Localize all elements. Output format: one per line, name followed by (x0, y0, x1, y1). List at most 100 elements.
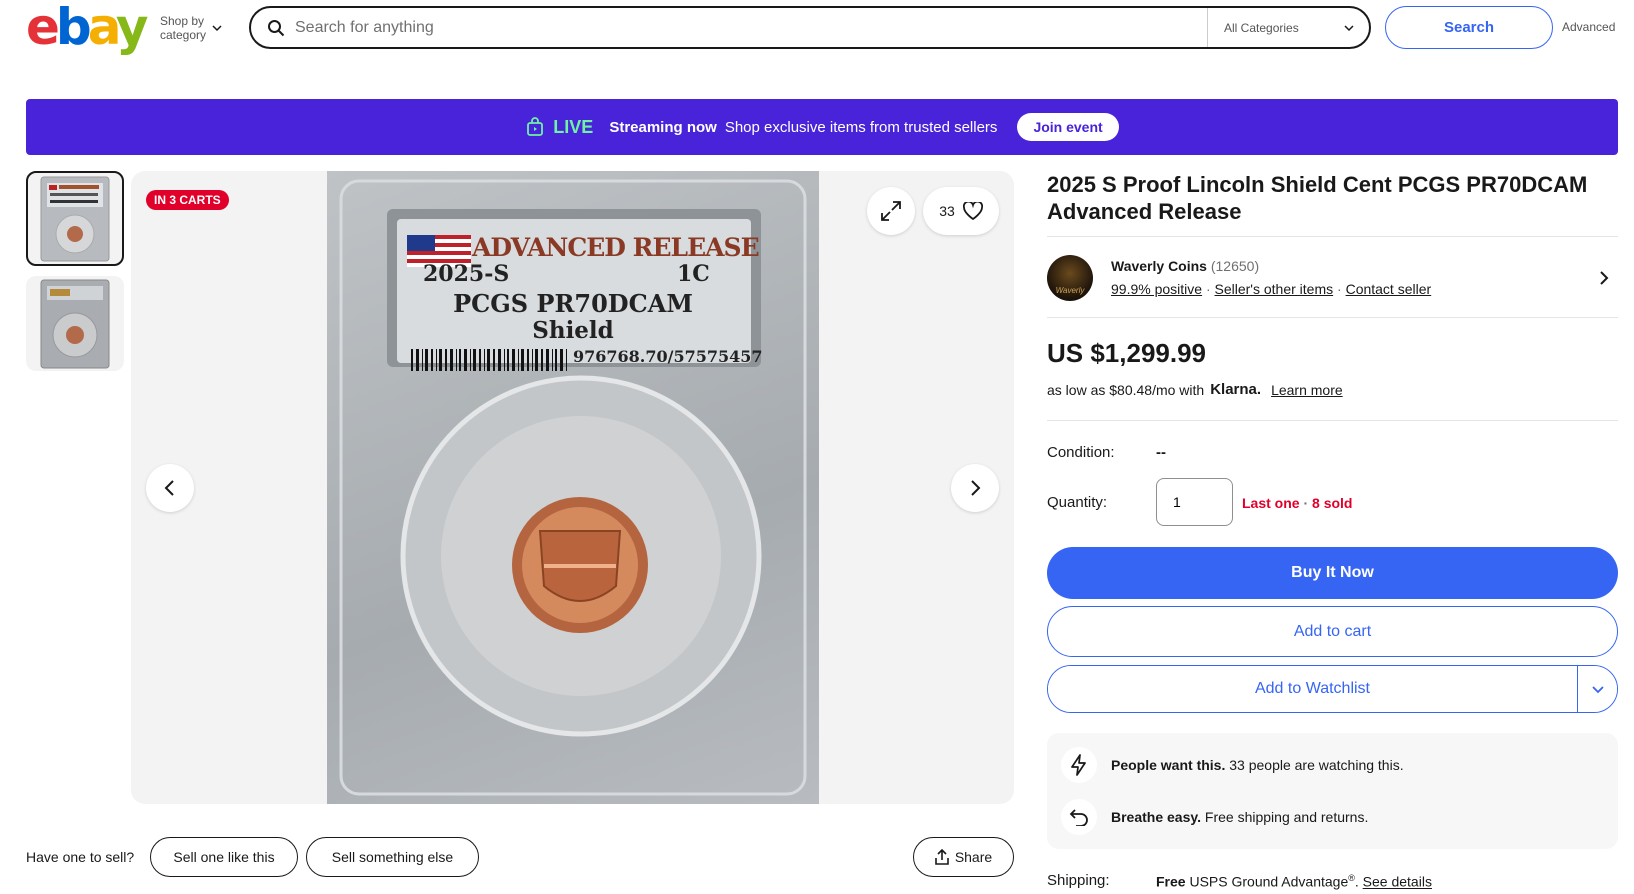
coin-slab-image: ADVANCED RELEASE 2025-S 1C PCGS PR70DCAM… (327, 171, 819, 804)
shop-by-category[interactable]: Shop by category (160, 14, 222, 42)
klarna-logo: Klarna. (1210, 381, 1262, 398)
chevron-down-icon (1344, 24, 1354, 31)
divider (1047, 236, 1618, 237)
heart-icon (962, 202, 983, 220)
slab-label-denomination: 1C (677, 261, 710, 287)
availability-status: Last one · 8 sold (1242, 495, 1353, 511)
add-to-cart-button[interactable]: Add to cart (1047, 606, 1618, 657)
chevron-right-icon (1600, 271, 1609, 285)
signal-returns-bold: Breathe easy. (1111, 809, 1202, 825)
divider (1047, 420, 1618, 421)
chevron-down-icon (1591, 686, 1604, 694)
slab-label-year: 2025-S (423, 261, 510, 287)
logo-letter-b: b (55, 0, 92, 56)
chevron-left-icon (164, 480, 174, 496)
live-banner[interactable]: LIVE Streaming now Shop exclusive items … (26, 99, 1618, 155)
banner-text: Shop exclusive items from trusted seller… (724, 118, 998, 136)
watch-count: 33 (939, 203, 955, 219)
item-price: US $1,299.99 (1047, 338, 1207, 368)
seller-info: Waverly Coins (12650) 99.9% positive · S… (1111, 255, 1598, 301)
slab-label-variety: Shield (532, 317, 614, 344)
last-one-label: Last one (1242, 495, 1300, 511)
sell-one-like-this-button[interactable]: Sell one like this (150, 837, 298, 877)
seller-positive-link[interactable]: 99.9% positive (1111, 281, 1202, 297)
join-event-button[interactable]: Join event (1017, 113, 1119, 141)
separator-dot: · (1205, 281, 1211, 297)
shipping-label: Shipping: (1047, 872, 1110, 889)
separator-dot: · (1303, 495, 1309, 511)
signal-watchers-bold: People want this. (1111, 757, 1226, 773)
category-value: All Categories (1224, 20, 1299, 35)
thumbnail-image (40, 279, 110, 368)
seller-other-items-link[interactable]: Seller's other items (1215, 281, 1334, 297)
condition-value: -- (1156, 444, 1166, 461)
watchlist-control: Add to Watchlist (1047, 665, 1618, 713)
previous-image-button[interactable] (146, 464, 194, 512)
separator-dot: · (1337, 281, 1342, 297)
buy-it-now-button[interactable]: Buy It Now (1047, 547, 1618, 599)
see-details-link[interactable]: See details (1363, 874, 1432, 890)
seller-card[interactable]: Waverly Waverly Coins (12650) 99.9% posi… (1047, 253, 1618, 303)
klarna-financing: as low as $80.48/mo with Klarna. Learn m… (1047, 381, 1343, 398)
watchlist-dropdown-button[interactable] (1577, 666, 1617, 712)
logo-letter-y: y (115, 0, 149, 56)
quantity-label: Quantity: (1047, 494, 1108, 511)
ebay-logo[interactable]: ebay (26, 2, 148, 52)
sell-something-else-button[interactable]: Sell something else (306, 837, 479, 877)
search-bar: All Categories (249, 6, 1371, 49)
logo-letter-e: e (26, 0, 60, 56)
seller-avatar: Waverly (1047, 255, 1093, 301)
shipping-info: Free USPS Ground Advantage®. See details (1156, 873, 1432, 890)
buyer-signals: People want this. 33 people are watching… (1047, 733, 1618, 849)
klarna-text: as low as $80.48/mo with (1047, 381, 1205, 398)
divider (1047, 317, 1618, 318)
item-title: 2025 S Proof Lincoln Shield Cent PCGS PR… (1047, 172, 1588, 224)
slab-label-advanced-release: ADVANCED RELEASE (472, 233, 760, 262)
seller-name[interactable]: Waverly Coins (1111, 258, 1207, 274)
live-label: LIVE (553, 116, 594, 137)
quantity-input[interactable] (1156, 478, 1233, 526)
streaming-now-label: Streaming now (609, 118, 717, 136)
in-carts-badge: IN 3 CARTS (146, 190, 229, 210)
chevron-down-icon (212, 25, 222, 32)
next-image-button[interactable] (951, 464, 999, 512)
share-label: Share (954, 849, 993, 865)
logo-letter-a: a (87, 0, 120, 56)
slab-label-cert: 976768.70/57575457 (573, 347, 763, 366)
expand-button[interactable] (867, 187, 915, 235)
slab-label-grade: PCGS PR70DCAM (453, 289, 693, 318)
return-arrow-icon (1061, 799, 1097, 835)
coin-slab-graphic (339, 179, 807, 796)
search-input[interactable] (295, 18, 1207, 37)
registered-mark: ® (1348, 873, 1355, 883)
shop-by-label: Shop by category (160, 14, 207, 42)
expand-icon (881, 201, 901, 221)
seller-feedback-count: (12650) (1210, 258, 1260, 274)
sold-count: 8 sold (1312, 495, 1353, 511)
add-to-watchlist-button[interactable]: Add to Watchlist (1048, 666, 1577, 712)
share-button[interactable]: Share (913, 837, 1014, 877)
main-image: ADVANCED RELEASE 2025-S 1C PCGS PR70DCAM… (131, 171, 1014, 804)
thumbnail-2[interactable] (26, 276, 124, 371)
chevron-right-icon (971, 480, 981, 496)
lightning-icon (1061, 747, 1097, 783)
have-one-to-sell-label: Have one to sell? (26, 849, 135, 865)
shipping-free: Free (1156, 873, 1186, 890)
learn-more-link[interactable]: Learn more (1271, 382, 1343, 398)
signal-watchers: People want this. 33 people are watching… (1061, 747, 1404, 783)
thumbnail-1[interactable] (26, 171, 124, 266)
category-select[interactable]: All Categories (1207, 8, 1369, 47)
search-button[interactable]: Search (1385, 6, 1553, 49)
advanced-search-link[interactable]: Advanced (1562, 20, 1615, 34)
condition-label: Condition: (1047, 444, 1115, 461)
watch-count-button[interactable]: 33 (923, 187, 999, 235)
thumbnail-image (40, 176, 110, 261)
seller-avatar-text: Waverly (1055, 286, 1085, 295)
search-icon (268, 19, 285, 36)
shopping-bag-icon (527, 117, 544, 136)
signal-returns-text: Free shipping and returns. (1204, 809, 1369, 825)
shipping-method: USPS Ground Advantage (1189, 873, 1349, 890)
signal-watchers-text: 33 people are watching this. (1229, 757, 1404, 773)
contact-seller-link[interactable]: Contact seller (1346, 281, 1432, 297)
signal-returns: Breathe easy. Free shipping and returns. (1061, 799, 1368, 835)
